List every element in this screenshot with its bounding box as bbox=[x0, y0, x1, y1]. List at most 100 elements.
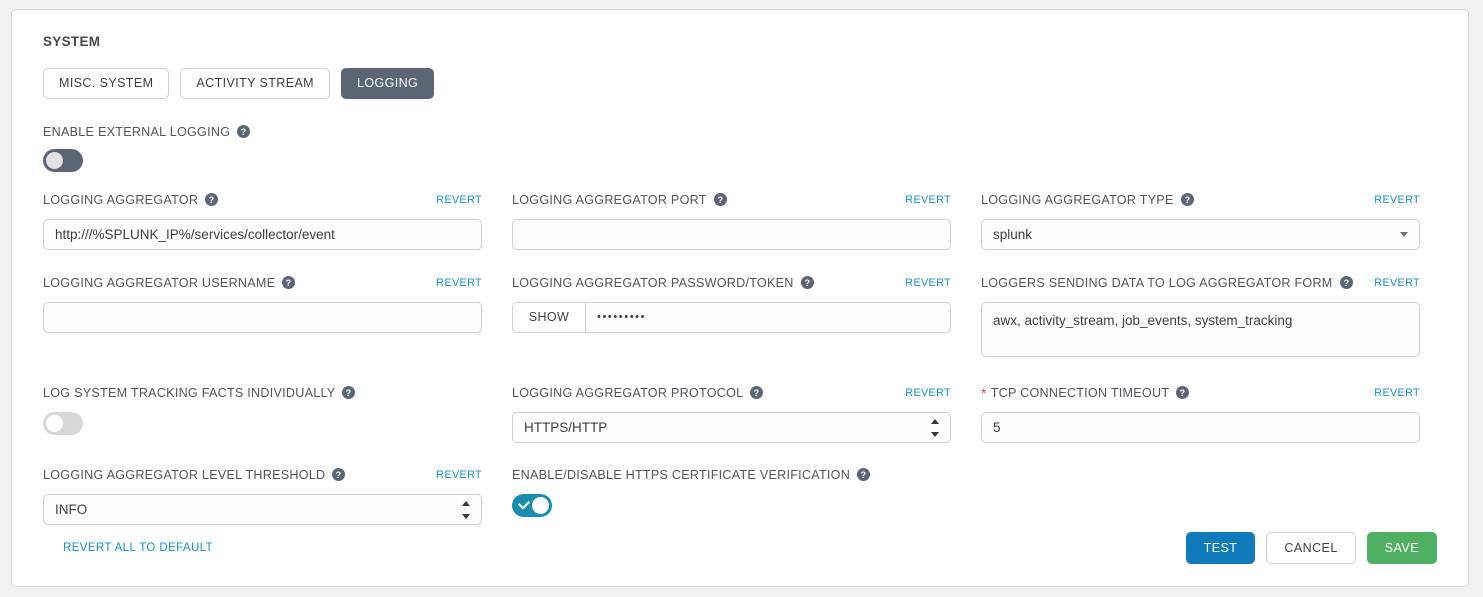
svg-text:?: ? bbox=[1180, 388, 1186, 398]
logging-aggregator-protocol-label-text: LOGGING AGGREGATOR PROTOCOL bbox=[512, 385, 744, 400]
toggle-knob bbox=[46, 151, 63, 169]
svg-text:?: ? bbox=[804, 278, 810, 288]
logging-aggregator-password-label: LOGGING AGGREGATOR PASSWORD/TOKEN ? bbox=[512, 276, 814, 290]
svg-text:?: ? bbox=[346, 388, 352, 398]
check-icon bbox=[517, 496, 531, 510]
logging-aggregator-port-label: LOGGING AGGREGATOR PORT ? bbox=[512, 193, 727, 207]
form-footer: REVERT ALL TO DEFAULT TEST CANCEL SAVE bbox=[33, 531, 1447, 564]
logging-aggregator-level-threshold-value[interactable]: INFO bbox=[43, 493, 482, 525]
logging-aggregator-username-input[interactable] bbox=[43, 301, 482, 333]
loggers-sending-data-textarea[interactable]: awx, activity_stream, job_events, system… bbox=[981, 301, 1420, 357]
tab-logging[interactable]: LOGGING bbox=[341, 68, 435, 99]
loggers-sending-data-field: LOGGERS SENDING DATA TO LOG AGGREGATOR F… bbox=[981, 273, 1420, 362]
logging-aggregator-username-label: LOGGING AGGREGATOR USERNAME ? bbox=[43, 275, 296, 290]
stepper-arrows-icon bbox=[931, 418, 940, 437]
https-certificate-verification-label: ENABLE/DISABLE HTTPS CERTIFICATE VERIFIC… bbox=[512, 467, 871, 482]
logging-aggregator-password-field: LOGGING AGGREGATOR PASSWORD/TOKEN ? REVE… bbox=[512, 273, 951, 362]
logging-aggregator-username-field: LOGGING AGGREGATOR USERNAME ? REVERT bbox=[43, 273, 482, 362]
enable-external-logging-label-text: ENABLE EXTERNAL LOGGING bbox=[43, 124, 231, 139]
help-icon[interactable]: ? bbox=[1339, 276, 1353, 289]
log-system-tracking-facts-label: LOG SYSTEM TRACKING FACTS INDIVIDUALLY ? bbox=[43, 386, 356, 400]
revert-logging-aggregator-protocol[interactable]: REVERT bbox=[905, 387, 951, 399]
logging-aggregator-password-label-text: LOGGING AGGREGATOR PASSWORD/TOKEN bbox=[512, 275, 794, 290]
save-button[interactable]: SAVE bbox=[1366, 531, 1437, 564]
svg-text:?: ? bbox=[241, 127, 247, 137]
log-system-tracking-facts-toggle[interactable] bbox=[43, 411, 83, 435]
logging-aggregator-type-select[interactable]: splunk bbox=[981, 218, 1420, 250]
svg-text:?: ? bbox=[754, 388, 760, 398]
https-certificate-verification-toggle[interactable] bbox=[512, 493, 552, 517]
logging-aggregator-port-input[interactable] bbox=[512, 218, 951, 250]
help-icon[interactable]: ? bbox=[282, 276, 296, 289]
revert-logging-aggregator[interactable]: REVERT bbox=[436, 194, 482, 206]
stepper-arrows-icon bbox=[462, 500, 471, 519]
log-system-tracking-facts-field: LOG SYSTEM TRACKING FACTS INDIVIDUALLY ?… bbox=[43, 383, 482, 443]
logging-aggregator-level-threshold-label-text: LOGGING AGGREGATOR LEVEL THRESHOLD bbox=[43, 467, 326, 482]
logging-aggregator-protocol-label: LOGGING AGGREGATOR PROTOCOL ? bbox=[512, 385, 764, 400]
revert-logging-aggregator-username[interactable]: REVERT bbox=[436, 277, 482, 289]
svg-text:?: ? bbox=[209, 195, 215, 205]
logging-aggregator-type-label-text: LOGGING AGGREGATOR TYPE bbox=[981, 192, 1174, 207]
revert-logging-aggregator-password[interactable]: REVERT bbox=[905, 277, 951, 289]
logging-aggregator-port-label-text: LOGGING AGGREGATOR PORT bbox=[512, 192, 707, 207]
settings-tab-list: MISC. SYSTEM ACTIVITY STREAM LOGGING bbox=[43, 68, 1447, 99]
https-certificate-verification-field: ENABLE/DISABLE HTTPS CERTIFICATE VERIFIC… bbox=[512, 465, 951, 525]
loggers-sending-data-label: LOGGERS SENDING DATA TO LOG AGGREGATOR F… bbox=[981, 276, 1353, 290]
page-title: SYSTEM bbox=[43, 34, 101, 49]
help-icon[interactable]: ? bbox=[857, 468, 871, 481]
help-icon[interactable]: ? bbox=[750, 386, 764, 399]
logging-aggregator-protocol-field: LOGGING AGGREGATOR PROTOCOL ? REVERT HTT… bbox=[512, 383, 951, 443]
logging-aggregator-port-field: LOGGING AGGREGATOR PORT ? REVERT bbox=[512, 190, 951, 250]
revert-all-to-default-link[interactable]: REVERT ALL TO DEFAULT bbox=[63, 542, 213, 554]
enable-external-logging-label: ENABLE EXTERNAL LOGGING ? bbox=[43, 124, 251, 139]
logging-aggregator-input[interactable] bbox=[43, 218, 482, 250]
tcp-connection-timeout-field: * TCP CONNECTION TIMEOUT ? REVERT bbox=[981, 383, 1420, 443]
help-icon[interactable]: ? bbox=[1180, 193, 1194, 206]
chevron-down-icon bbox=[1400, 231, 1408, 237]
tcp-connection-timeout-label: * TCP CONNECTION TIMEOUT ? bbox=[981, 384, 1190, 401]
svg-text:?: ? bbox=[1343, 278, 1349, 288]
logging-aggregator-level-threshold-select[interactable]: INFO bbox=[43, 493, 482, 525]
fields-row-1: LOGGING AGGREGATOR ? REVERT LOGGING AGGR… bbox=[43, 190, 1447, 250]
test-button[interactable]: TEST bbox=[1185, 531, 1256, 564]
help-icon[interactable]: ? bbox=[713, 193, 727, 206]
help-icon[interactable]: ? bbox=[237, 125, 251, 138]
enable-external-logging-field: ENABLE EXTERNAL LOGGING ? bbox=[43, 122, 1447, 172]
show-password-button[interactable]: SHOW bbox=[513, 302, 586, 332]
logging-aggregator-password-input[interactable]: ••••••••• bbox=[586, 303, 950, 332]
logging-aggregator-label: LOGGING AGGREGATOR ? bbox=[43, 192, 219, 207]
footer-buttons: TEST CANCEL SAVE bbox=[1185, 531, 1437, 564]
tab-misc-system[interactable]: MISC. SYSTEM bbox=[43, 68, 170, 99]
settings-card-body: SYSTEM MISC. SYSTEM ACTIVITY STREAM LOGG… bbox=[12, 10, 1468, 586]
fields-row-2: LOGGING AGGREGATOR USERNAME ? REVERT LOG… bbox=[43, 273, 1447, 362]
help-icon[interactable]: ? bbox=[342, 386, 356, 399]
toggle-knob bbox=[532, 496, 549, 514]
logging-aggregator-username-label-text: LOGGING AGGREGATOR USERNAME bbox=[43, 275, 276, 290]
revert-logging-aggregator-port[interactable]: REVERT bbox=[905, 194, 951, 206]
revert-loggers-sending-data[interactable]: REVERT bbox=[1374, 277, 1420, 289]
revert-logging-aggregator-type[interactable]: REVERT bbox=[1374, 194, 1420, 206]
cancel-button[interactable]: CANCEL bbox=[1266, 531, 1356, 564]
https-certificate-verification-label-text: ENABLE/DISABLE HTTPS CERTIFICATE VERIFIC… bbox=[512, 467, 851, 482]
fields-row-4: LOGGING AGGREGATOR LEVEL THRESHOLD ? REV… bbox=[43, 465, 1447, 525]
revert-tcp-connection-timeout[interactable]: REVERT bbox=[1374, 387, 1420, 399]
logging-aggregator-label-text: LOGGING AGGREGATOR bbox=[43, 192, 199, 207]
loggers-sending-data-label-text: LOGGERS SENDING DATA TO LOG AGGREGATOR F… bbox=[981, 275, 1333, 290]
logging-aggregator-protocol-value[interactable]: HTTPS/HTTP bbox=[512, 411, 951, 443]
help-icon[interactable]: ? bbox=[800, 276, 814, 289]
logging-aggregator-protocol-select[interactable]: HTTPS/HTTP bbox=[512, 411, 951, 443]
help-icon[interactable]: ? bbox=[205, 193, 219, 206]
help-icon[interactable]: ? bbox=[332, 468, 346, 481]
logging-aggregator-level-threshold-label: LOGGING AGGREGATOR LEVEL THRESHOLD ? bbox=[43, 467, 346, 482]
required-marker: * bbox=[981, 384, 987, 401]
toggle-knob bbox=[46, 414, 63, 432]
tab-activity-stream[interactable]: ACTIVITY STREAM bbox=[180, 68, 330, 99]
help-icon[interactable]: ? bbox=[1176, 386, 1190, 399]
logging-aggregator-password-group: SHOW ••••••••• bbox=[512, 301, 951, 333]
svg-text:?: ? bbox=[861, 470, 867, 480]
logging-aggregator-type-value[interactable]: splunk bbox=[981, 218, 1420, 250]
revert-logging-aggregator-level-threshold[interactable]: REVERT bbox=[436, 469, 482, 481]
settings-card: SYSTEM MISC. SYSTEM ACTIVITY STREAM LOGG… bbox=[11, 9, 1469, 587]
enable-external-logging-toggle[interactable] bbox=[43, 148, 83, 172]
tcp-connection-timeout-input[interactable] bbox=[981, 411, 1420, 443]
